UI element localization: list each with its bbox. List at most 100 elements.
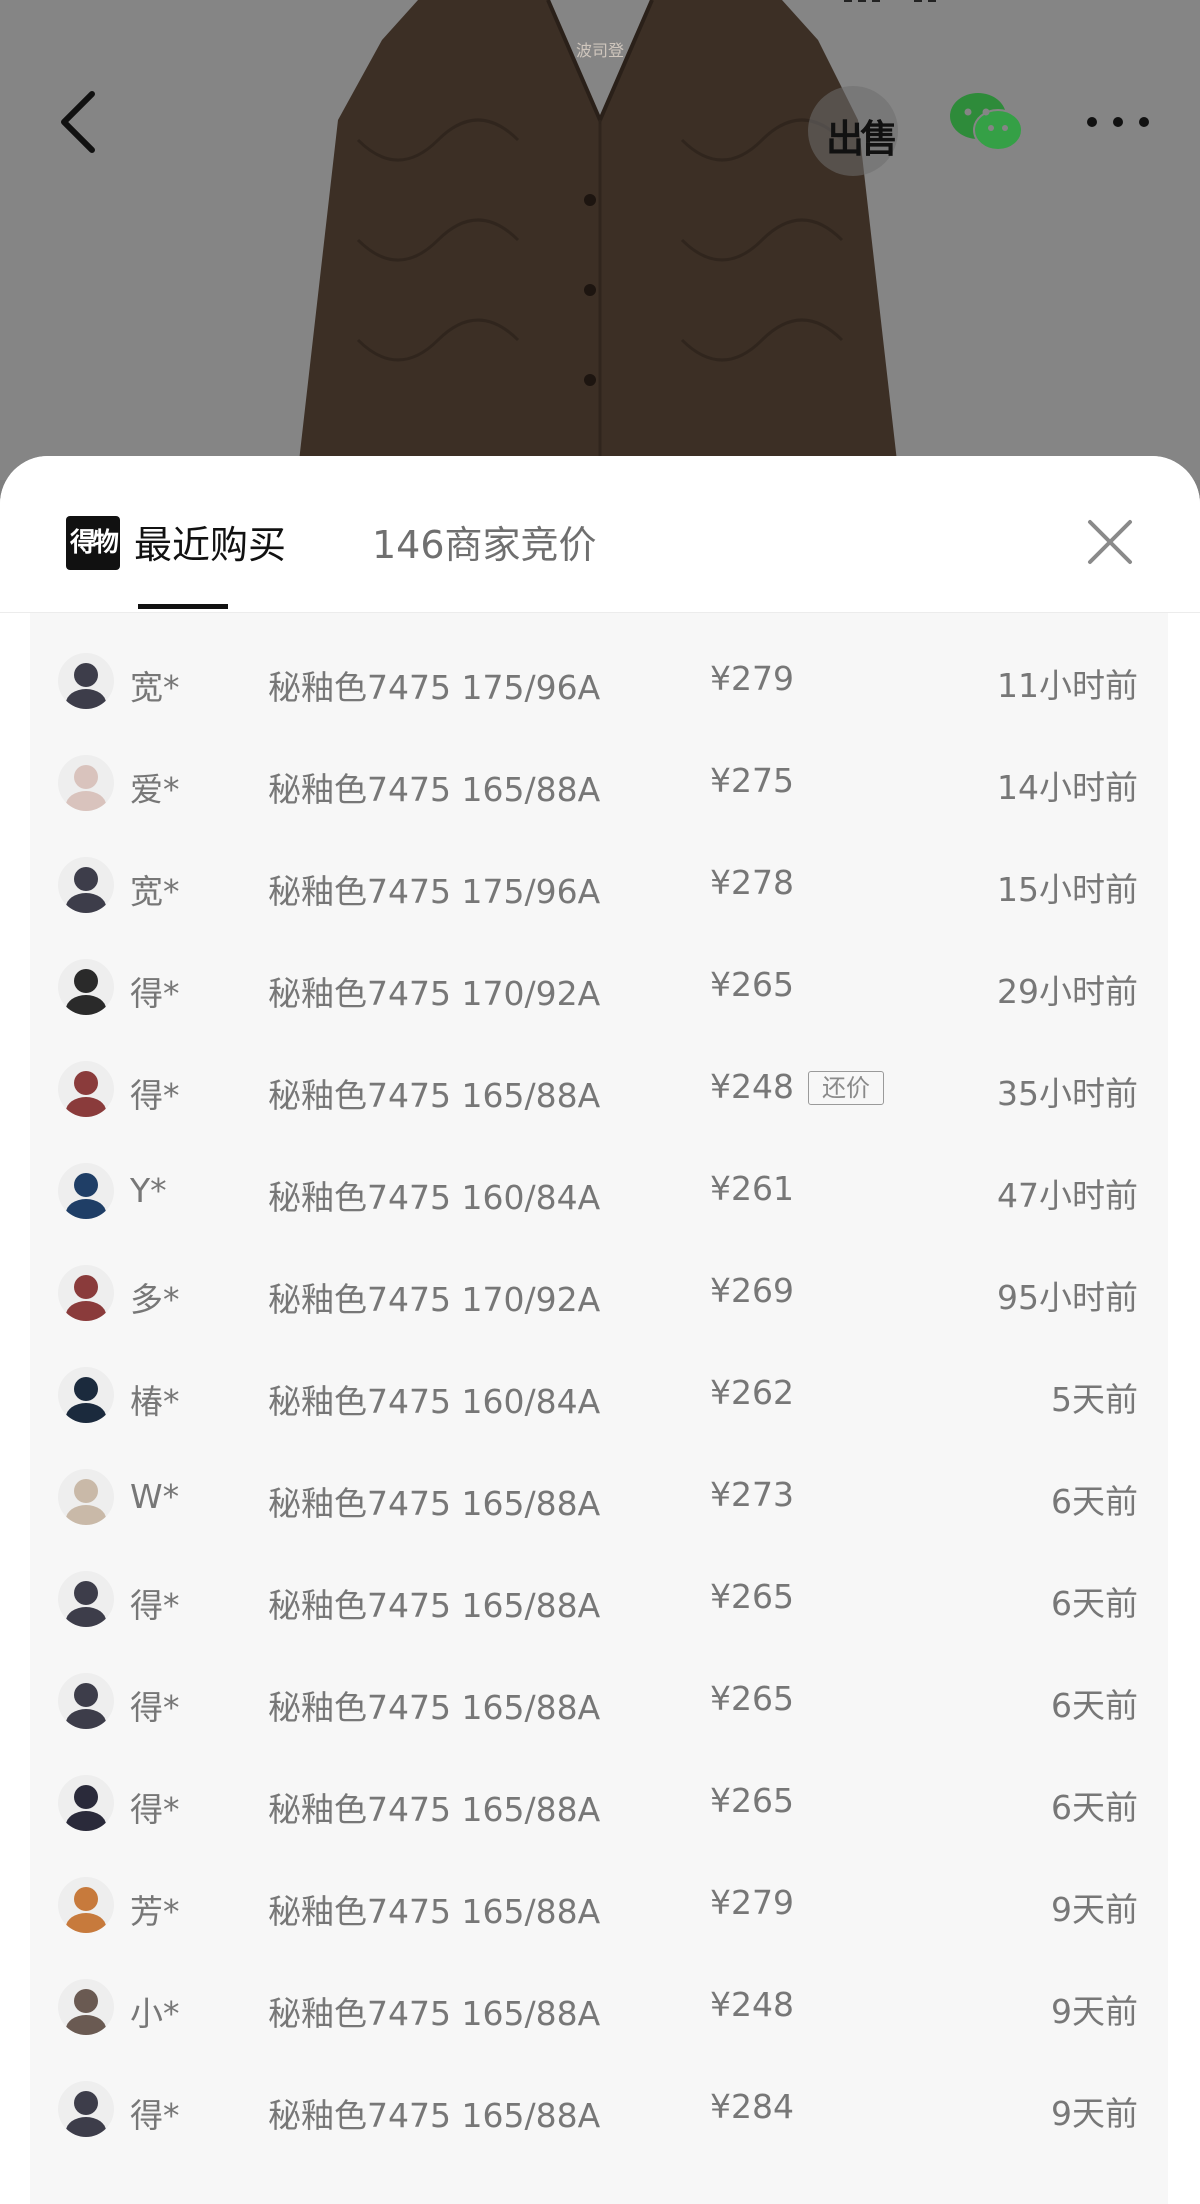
buyer-name: 小* — [130, 1994, 180, 2033]
sheet-header: 得物 最近购买 146商家竞价 — [0, 456, 1200, 613]
purchase-price: ¥269 — [710, 1271, 794, 1310]
purchase-time: 47小时前 — [997, 1176, 1138, 1215]
purchase-row[interactable]: 爱* 秘釉色7475 165/88A ¥275 14小时前 — [30, 733, 1168, 835]
more-button[interactable] — [1082, 104, 1154, 140]
purchase-time: 15小时前 — [997, 870, 1138, 909]
purchase-row[interactable]: 得* 秘釉色7475 165/88A ¥284 9天前 — [30, 2059, 1168, 2161]
status-bar-icons — [844, 0, 936, 2]
bargain-badge: 还价 — [808, 1071, 884, 1105]
buyer-name: 爱* — [130, 770, 180, 809]
avatar — [58, 1163, 114, 1219]
avatar — [58, 1979, 114, 2035]
buyer-name: 得* — [130, 2096, 180, 2135]
purchase-price: ¥265 — [710, 1781, 794, 1820]
avatar — [58, 653, 114, 709]
purchase-time: 29小时前 — [997, 972, 1138, 1011]
purchase-row[interactable]: 宽* 秘釉色7475 175/96A ¥278 15小时前 — [30, 835, 1168, 937]
purchase-time: 6天前 — [1051, 1482, 1138, 1521]
purchase-row[interactable]: 宽* 秘釉色7475 175/96A ¥279 11小时前 — [30, 631, 1168, 733]
avatar — [58, 1469, 114, 1525]
sell-button[interactable]: 出售 — [808, 86, 898, 176]
buyer-name: 宽* — [130, 668, 180, 707]
dewu-logo-icon: 得物 — [66, 516, 120, 570]
app-screen: 波司登 出售 得物 最近购买 146商家竞价 宽* 秘釉色7475 175/96… — [0, 0, 1200, 2204]
purchase-row[interactable]: 得* 秘釉色7475 170/92A ¥265 29小时前 — [30, 937, 1168, 1039]
wechat-share-button[interactable] — [948, 90, 1024, 156]
product-spec: 秘釉色7475 165/88A — [268, 1484, 601, 1523]
active-tab-indicator — [138, 604, 228, 609]
product-spec: 秘釉色7475 175/96A — [268, 872, 601, 911]
buyer-name: Y* — [130, 1171, 167, 1210]
avatar — [58, 1673, 114, 1729]
back-button[interactable] — [50, 86, 110, 158]
purchase-price: ¥279 — [710, 1883, 794, 1922]
purchase-price: ¥279 — [710, 659, 794, 698]
purchase-row[interactable]: 椿* 秘釉色7475 160/84A ¥262 5天前 — [30, 1345, 1168, 1447]
purchase-price: ¥265 — [710, 1679, 794, 1718]
purchase-time: 6天前 — [1051, 1686, 1138, 1725]
purchase-time: 9天前 — [1051, 1992, 1138, 2031]
purchase-time: 9天前 — [1051, 1890, 1138, 1929]
product-spec: 秘釉色7475 175/96A — [268, 668, 601, 707]
buyer-name: 椿* — [130, 1382, 180, 1421]
avatar — [58, 959, 114, 1015]
avatar — [58, 1061, 114, 1117]
buyer-name: W* — [130, 1477, 180, 1516]
purchase-price: ¥278 — [710, 863, 794, 902]
buyer-name: 芳* — [130, 1892, 180, 1931]
avatar — [58, 1877, 114, 1933]
tab-recent-purchases[interactable]: 最近购买 — [134, 514, 286, 569]
product-spec: 秘釉色7475 165/88A — [268, 1076, 601, 1115]
purchase-price: ¥273 — [710, 1475, 794, 1514]
close-icon — [1088, 520, 1132, 564]
avatar — [58, 1571, 114, 1627]
buyer-name: 宽* — [130, 872, 180, 911]
purchase-list[interactable]: 宽* 秘釉色7475 175/96A ¥279 11小时前爱* 秘釉色7475 165/… — [30, 613, 1168, 2204]
tab-merchant-bids[interactable]: 146商家竞价 — [372, 514, 597, 569]
avatar — [58, 1775, 114, 1831]
purchase-row[interactable]: 得* 秘釉色7475 165/88A ¥265 6天前 — [30, 1549, 1168, 1651]
purchase-row[interactable]: Y* 秘釉色7475 160/84A ¥261 47小时前 — [30, 1141, 1168, 1243]
product-spec: 秘釉色7475 170/92A — [268, 974, 601, 1013]
purchase-time: 11小时前 — [997, 666, 1138, 705]
purchase-price: ¥248 — [710, 1985, 794, 2024]
purchase-row[interactable]: 芳* 秘釉色7475 165/88A ¥279 9天前 — [30, 1855, 1168, 1957]
jacket-brand-label: 波司登 — [576, 41, 624, 60]
product-spec: 秘釉色7475 165/88A — [268, 1688, 601, 1727]
avatar — [58, 1367, 114, 1423]
product-spec: 秘釉色7475 165/88A — [268, 1586, 601, 1625]
purchase-row[interactable]: 小* 秘釉色7475 165/88A ¥248 9天前 — [30, 1957, 1168, 2059]
product-spec: 秘釉色7475 165/88A — [268, 770, 601, 809]
avatar — [58, 755, 114, 811]
purchase-time: 14小时前 — [997, 768, 1138, 807]
product-jacket-image: 波司登 — [298, 0, 898, 470]
avatar — [58, 1265, 114, 1321]
product-spec: 秘釉色7475 170/92A — [268, 1280, 601, 1319]
purchase-row[interactable]: W* 秘釉色7475 165/88A ¥273 6天前 — [30, 1447, 1168, 1549]
product-image-area: 波司登 出售 — [0, 0, 1200, 480]
purchase-price: ¥284 — [710, 2087, 794, 2126]
buyer-name: 得* — [130, 1586, 180, 1625]
purchase-time: 6天前 — [1051, 1788, 1138, 1827]
close-button[interactable] — [1084, 516, 1136, 568]
more-dots-icon — [1087, 117, 1097, 127]
buyer-name: 得* — [130, 1688, 180, 1727]
chevron-left-icon — [61, 91, 95, 153]
purchase-price: ¥262 — [710, 1373, 794, 1412]
purchase-time: 95小时前 — [997, 1278, 1138, 1317]
purchase-row[interactable]: 得* 秘釉色7475 165/88A ¥248 还价 35小时前 — [30, 1039, 1168, 1141]
purchase-time: 6天前 — [1051, 1584, 1138, 1623]
purchase-row[interactable]: 多* 秘釉色7475 170/92A ¥269 95小时前 — [30, 1243, 1168, 1345]
purchase-row[interactable]: 得* 秘釉色7475 165/88A ¥265 6天前 — [30, 1651, 1168, 1753]
purchase-price: ¥248 — [710, 1067, 794, 1106]
product-spec: 秘釉色7475 160/84A — [268, 1178, 601, 1217]
product-spec: 秘釉色7475 165/88A — [268, 2096, 601, 2135]
purchase-time: 9天前 — [1051, 2094, 1138, 2133]
purchase-time: 5天前 — [1051, 1380, 1138, 1419]
purchase-row[interactable]: 得* 秘釉色7475 165/88A ¥265 6天前 — [30, 1753, 1168, 1855]
product-spec: 秘釉色7475 160/84A — [268, 1382, 601, 1421]
product-spec: 秘釉色7475 165/88A — [268, 1994, 601, 2033]
avatar — [58, 2081, 114, 2137]
purchase-price: ¥275 — [710, 761, 794, 800]
buyer-name: 多* — [130, 1280, 180, 1319]
